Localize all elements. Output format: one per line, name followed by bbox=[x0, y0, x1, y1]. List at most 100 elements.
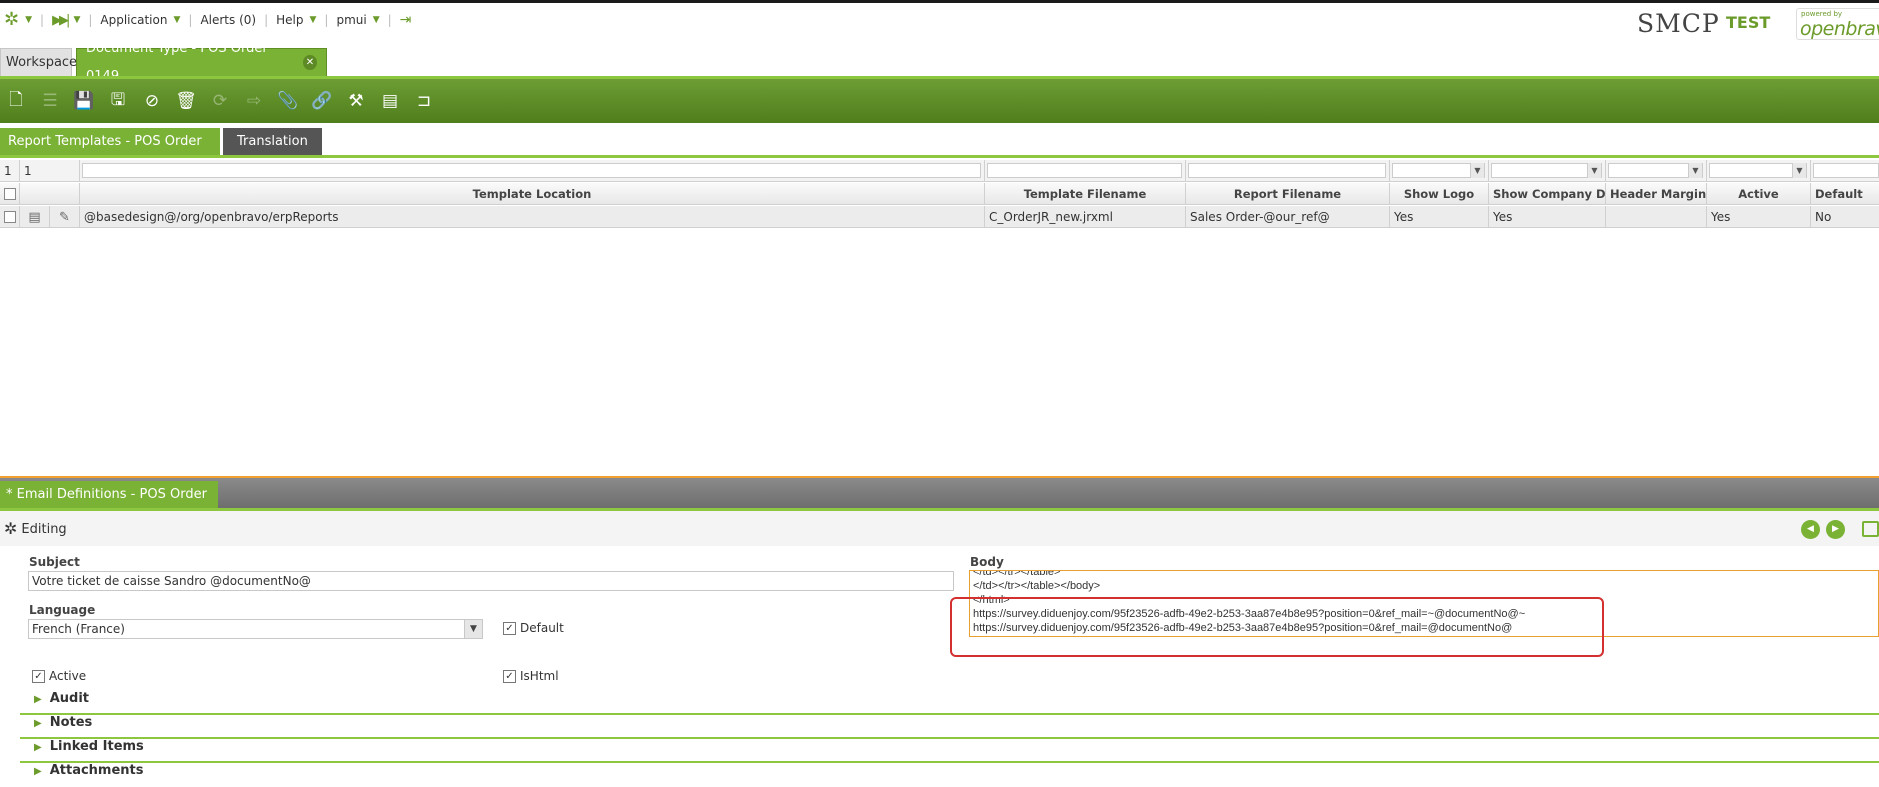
refresh-icon: ⟳ bbox=[212, 91, 228, 111]
document-icon[interactable]: ▤ bbox=[28, 210, 40, 225]
grid-header-row: Template Location Template Filename Repo… bbox=[0, 183, 1879, 205]
filter-show-logo: ▼ bbox=[1390, 160, 1489, 182]
select-all-checkbox[interactable] bbox=[4, 187, 16, 200]
link-button[interactable]: 🔗 bbox=[308, 87, 336, 115]
default-checkbox[interactable]: ✓ bbox=[503, 621, 516, 635]
default-checkbox-field[interactable]: ✓ Default bbox=[503, 621, 564, 635]
table-row[interactable]: ▤ ✎ @basedesign@/org/openbravo/erpReport… bbox=[0, 206, 1879, 228]
arrow-right-icon: ▶ bbox=[1832, 524, 1839, 534]
close-icon[interactable]: ✕ bbox=[302, 55, 317, 70]
chevron-down-icon[interactable]: ▼ bbox=[1688, 163, 1702, 178]
header-default[interactable]: Default bbox=[1811, 183, 1879, 205]
header-show-logo[interactable]: Show Logo bbox=[1390, 183, 1489, 205]
header-show-company-data[interactable]: Show Company Data bbox=[1489, 183, 1606, 205]
help-menu[interactable]: Help bbox=[276, 13, 303, 27]
refresh-button[interactable]: ⟳ bbox=[206, 87, 234, 115]
attach-button[interactable]: 📎 bbox=[274, 87, 302, 115]
subject-input[interactable]: Votre ticket de caisse Sandro @documentN… bbox=[28, 571, 954, 591]
filter-report-filename bbox=[1186, 160, 1390, 182]
section-attachments[interactable]: ▶ Attachments bbox=[20, 763, 1879, 787]
body-textarea[interactable]: </td></tr></table> </td></tr></table></b… bbox=[969, 570, 1879, 637]
active-checkbox-field[interactable]: ✓ Active bbox=[32, 669, 86, 683]
form-status-bar: ✲ Editing ◀ ▶ bbox=[0, 511, 1879, 546]
next-record-button[interactable]: ▶ bbox=[1826, 520, 1845, 539]
tab-workspace[interactable]: Workspace bbox=[0, 48, 77, 76]
cell-template-filename: C_OrderJR_new.jrxml bbox=[985, 206, 1186, 228]
row-checkbox[interactable] bbox=[4, 210, 16, 223]
body-line: https://survey.diduenjoy.com/95f23526-ad… bbox=[973, 608, 1526, 620]
application-menu[interactable]: Application bbox=[100, 13, 167, 27]
header-active[interactable]: Active bbox=[1707, 183, 1811, 205]
toggle-view-button[interactable]: ▤ bbox=[376, 87, 404, 115]
tree-button[interactable]: ⊐ bbox=[410, 87, 438, 115]
header-report-filename[interactable]: Report Filename bbox=[1186, 183, 1390, 205]
filter-active: ▼ bbox=[1707, 160, 1811, 182]
export-button[interactable]: ⇨ bbox=[240, 87, 268, 115]
section-attachments-label: Attachments bbox=[49, 763, 144, 778]
audit-button[interactable]: ⚒ bbox=[342, 87, 370, 115]
previous-record-button[interactable]: ◀ bbox=[1801, 520, 1820, 539]
chevron-down-icon[interactable]: ▼ bbox=[73, 15, 80, 25]
header-header-margin[interactable]: Header Margin bbox=[1606, 183, 1707, 205]
save-close-button[interactable]: 🖫 bbox=[104, 87, 132, 115]
header-template-filename[interactable]: Template Filename bbox=[985, 183, 1186, 205]
active-checkbox[interactable]: ✓ bbox=[32, 669, 45, 683]
subject-label: Subject bbox=[29, 555, 80, 569]
tab-email-definitions[interactable]: * Email Definitions - POS Order ... bbox=[0, 481, 218, 529]
ishtml-checkbox-field[interactable]: ✓ IsHtml bbox=[503, 669, 559, 683]
row-count-cell: 1 bbox=[20, 160, 80, 182]
language-select[interactable]: French (France) ▼ bbox=[28, 619, 483, 639]
tab-report-templates[interactable]: Report Templates - POS Order R... bbox=[0, 128, 220, 176]
openbravo-logo: powered by openbravo bbox=[1796, 8, 1879, 40]
new-row-button[interactable]: ☰ bbox=[36, 87, 64, 115]
section-notes[interactable]: ▶ Notes bbox=[20, 715, 1879, 739]
undo-button[interactable]: ⊘ bbox=[138, 87, 166, 115]
language-select-value: French (France) bbox=[32, 622, 125, 636]
chevron-down-icon[interactable]: ▼ bbox=[309, 15, 316, 25]
paperclip-icon: 📎 bbox=[277, 91, 299, 111]
fast-forward-icon[interactable]: ▶▶| bbox=[52, 13, 70, 28]
user-menu[interactable]: pmui bbox=[336, 13, 366, 27]
chevron-down-icon[interactable]: ▼ bbox=[373, 15, 380, 25]
arrow-left-icon: ◀ bbox=[1807, 524, 1814, 534]
tab-translation[interactable]: Translation bbox=[223, 128, 322, 155]
filter-input[interactable] bbox=[987, 163, 1182, 178]
filter-select[interactable] bbox=[1813, 163, 1879, 178]
header-template-location[interactable]: Template Location bbox=[80, 183, 985, 205]
chevron-down-icon[interactable]: ▼ bbox=[173, 15, 180, 25]
export-icon: ⇨ bbox=[246, 91, 262, 111]
tree-icon: ⊐ bbox=[416, 91, 432, 111]
nav-separator: | bbox=[40, 13, 45, 27]
row-count-cell: 1 bbox=[0, 160, 20, 182]
expand-triangle-icon: ▶ bbox=[34, 742, 42, 753]
nav-separator: | bbox=[264, 13, 269, 27]
tab-document-type[interactable]: Document Type - POS Order 0149... ✕ bbox=[76, 41, 327, 84]
toolbar: 🗋 ☰ 💾 🖫 ⊘ 🗑 ⟳ ⇨ 📎 🔗 ⚒ ▤ ⊐ bbox=[0, 76, 1879, 123]
new-document-icon: 🗋 bbox=[9, 89, 23, 110]
section-linked-items[interactable]: ▶ Linked Items bbox=[20, 739, 1879, 763]
filter-input[interactable] bbox=[1188, 163, 1386, 178]
pencil-icon[interactable]: ✎ bbox=[59, 210, 70, 225]
chevron-down-icon[interactable]: ▼ bbox=[464, 620, 482, 638]
filter-input[interactable] bbox=[82, 163, 981, 178]
section-audit[interactable]: ▶ Audit bbox=[20, 691, 1879, 715]
delete-button[interactable]: 🗑 bbox=[172, 87, 200, 115]
form-status: ✲ Editing bbox=[4, 520, 67, 538]
ishtml-checkbox[interactable]: ✓ bbox=[503, 669, 516, 683]
body-line: </td></tr></table></body> bbox=[973, 580, 1101, 592]
logout-icon[interactable]: ⇥ bbox=[400, 12, 412, 28]
chevron-down-icon[interactable]: ▼ bbox=[1587, 163, 1601, 178]
cell-show-company-data: Yes bbox=[1489, 206, 1606, 228]
chevron-down-icon[interactable]: ▼ bbox=[25, 15, 32, 25]
save-button[interactable]: 💾 bbox=[70, 87, 98, 115]
new-document-button[interactable]: 🗋 bbox=[2, 87, 30, 115]
quick-launch-star-icon[interactable]: ✲ bbox=[4, 11, 19, 29]
maximize-icon[interactable] bbox=[1862, 521, 1879, 537]
chevron-down-icon[interactable]: ▼ bbox=[1470, 163, 1484, 178]
sub-tabs: Report Templates - POS Order R... Transl… bbox=[0, 128, 322, 176]
chevron-down-icon[interactable]: ▼ bbox=[1792, 163, 1806, 178]
body-line: </td></tr></table> bbox=[973, 570, 1061, 578]
alerts-link[interactable]: Alerts (0) bbox=[200, 13, 256, 27]
nav-separator: | bbox=[88, 13, 93, 27]
filter-select[interactable] bbox=[1491, 163, 1602, 178]
